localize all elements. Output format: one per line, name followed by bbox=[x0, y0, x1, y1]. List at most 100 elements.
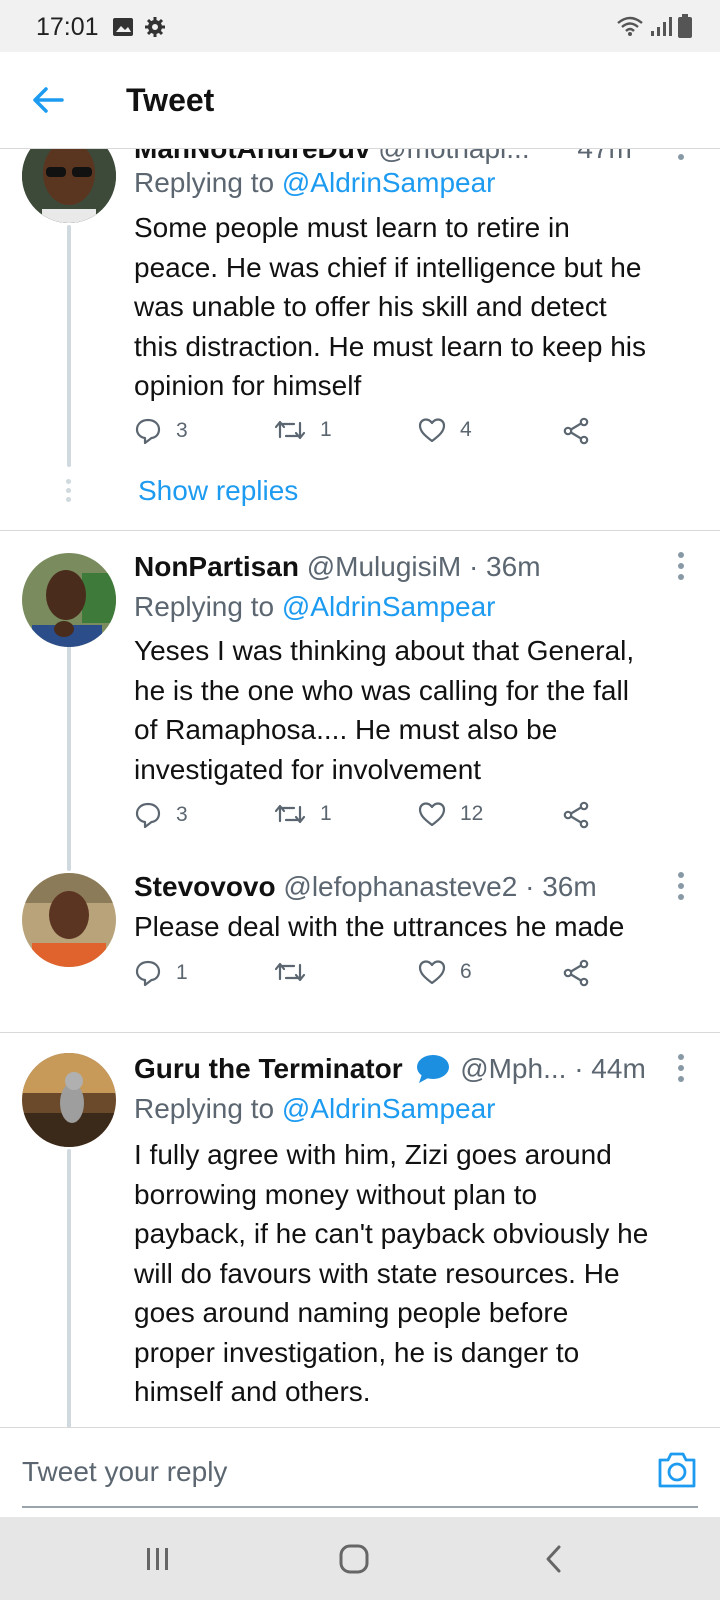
tweet-name-row: Stevovovo @lefophanasteve2 · 36m bbox=[134, 871, 597, 903]
recent-apps-icon bbox=[147, 1548, 168, 1570]
avatar[interactable] bbox=[22, 553, 116, 647]
home-icon bbox=[339, 1544, 369, 1574]
more-vertical-icon[interactable] bbox=[676, 871, 686, 901]
more-vertical-icon[interactable] bbox=[676, 1053, 686, 1083]
like-button[interactable]: 4 bbox=[418, 417, 472, 443]
share-icon bbox=[563, 959, 589, 987]
handle: @lefophanasteve2 · 36m bbox=[283, 871, 597, 902]
like-icon bbox=[418, 418, 446, 443]
tweet-name-row: NonPartisan @MulugisiM · 36m bbox=[134, 551, 541, 583]
reply-icon bbox=[135, 802, 161, 829]
like-count: 6 bbox=[460, 960, 472, 983]
like-button[interactable]: 6 bbox=[418, 959, 472, 985]
show-replies-link[interactable]: Show replies bbox=[138, 475, 298, 507]
camera-icon bbox=[658, 1452, 696, 1488]
reply-icon bbox=[135, 960, 161, 987]
home-button[interactable] bbox=[334, 1539, 374, 1579]
share-icon bbox=[563, 417, 589, 445]
reply-tweet[interactable]: Guru the Terminator @Mph... · 44m Replyi… bbox=[0, 1033, 720, 1427]
reply-composer bbox=[0, 1427, 720, 1517]
reply-icon bbox=[135, 418, 161, 445]
back-arrow-icon bbox=[33, 87, 64, 113]
tweet-actions: 3 1 4 bbox=[134, 417, 614, 453]
page-title: Tweet bbox=[126, 82, 215, 118]
tweet-name-row: Guru the Terminator @Mph... · 44m bbox=[134, 1053, 646, 1085]
mention-link[interactable]: @AldrinSampear bbox=[282, 1093, 496, 1124]
reply-count: 3 bbox=[176, 803, 188, 826]
share-button[interactable] bbox=[562, 959, 590, 987]
signal-icon bbox=[651, 17, 672, 36]
reply-button[interactable]: 3 bbox=[134, 801, 188, 829]
display-name[interactable]: Guru the Terminator bbox=[134, 1053, 403, 1084]
tweet-text: Please deal with the uttrances he made bbox=[134, 911, 625, 942]
retweet-button[interactable]: 1 bbox=[274, 801, 332, 827]
retweet-count: 1 bbox=[320, 418, 332, 441]
retweet-button[interactable]: 1 bbox=[274, 417, 332, 443]
thread-line bbox=[67, 225, 71, 467]
mention-link[interactable]: @AldrinSampear bbox=[282, 167, 496, 198]
retweet-icon bbox=[274, 804, 306, 824]
reply-tweet[interactable]: NonPartisan @MulugisiM · 36m Replying to… bbox=[0, 531, 720, 871]
battery-icon bbox=[678, 14, 692, 38]
reply-tweet[interactable]: ManNotAndreDuv @mothapi... 47m Replying … bbox=[0, 149, 720, 530]
avatar[interactable] bbox=[22, 149, 116, 223]
reply-button[interactable]: 1 bbox=[134, 959, 188, 987]
like-icon bbox=[418, 802, 446, 827]
gallery-notification-icon bbox=[113, 18, 133, 36]
handle: @mothapi... bbox=[378, 149, 529, 164]
tweet-text: Yeses I was thinking about that General,… bbox=[134, 635, 635, 785]
reply-button[interactable]: 3 bbox=[134, 417, 188, 445]
like-icon bbox=[418, 960, 446, 985]
retweet-icon bbox=[274, 420, 306, 440]
tweet-actions: 3 1 12 bbox=[134, 801, 614, 837]
input-underline bbox=[22, 1506, 698, 1508]
status-bar: 17:01 bbox=[0, 0, 720, 52]
avatar[interactable] bbox=[22, 1053, 116, 1147]
tweet-name-row: ManNotAndreDuv @mothapi... 47m bbox=[134, 149, 632, 165]
system-back-button[interactable] bbox=[534, 1539, 574, 1579]
replies-feed[interactable]: ManNotAndreDuv @mothapi... 47m Replying … bbox=[0, 149, 720, 1427]
display-name[interactable]: ManNotAndreDuv bbox=[134, 149, 370, 164]
app-header: Tweet bbox=[0, 52, 720, 149]
share-button[interactable] bbox=[562, 801, 590, 829]
recent-apps-button[interactable] bbox=[138, 1539, 178, 1579]
display-name[interactable]: Stevovovo bbox=[134, 871, 276, 902]
tweet-text: Some people must learn to retire in peac… bbox=[134, 212, 647, 401]
mention-link[interactable]: @AldrinSampear bbox=[282, 591, 496, 622]
thread-line bbox=[67, 645, 71, 871]
tweet-reply-input[interactable] bbox=[22, 1450, 622, 1494]
timestamp: 47m bbox=[577, 149, 631, 164]
more-vertical-icon[interactable] bbox=[676, 551, 686, 581]
thread-dots bbox=[66, 479, 72, 503]
replying-to: Replying to @AldrinSampear bbox=[134, 1093, 496, 1124]
like-count: 12 bbox=[460, 802, 484, 825]
retweet-count: 1 bbox=[320, 802, 332, 825]
reply-count: 3 bbox=[176, 419, 188, 442]
tweet-text: I fully agree with him, Zizi goes around… bbox=[134, 1139, 649, 1407]
settings-notification-icon bbox=[145, 17, 165, 37]
share-icon bbox=[563, 801, 589, 829]
back-icon bbox=[546, 1545, 561, 1573]
status-time: 17:01 bbox=[36, 13, 99, 41]
reply-count: 1 bbox=[176, 961, 188, 984]
wifi-icon bbox=[617, 16, 643, 36]
handle: @MulugisiM · 36m bbox=[306, 551, 541, 582]
retweet-button[interactable] bbox=[274, 959, 320, 985]
avatar[interactable] bbox=[22, 873, 116, 967]
display-name[interactable]: NonPartisan bbox=[134, 551, 299, 582]
speech-bubble-emoji-icon bbox=[417, 1055, 450, 1083]
back-button[interactable] bbox=[28, 80, 68, 120]
replying-to: Replying to @AldrinSampear bbox=[134, 591, 496, 622]
replying-to: Replying to @AldrinSampear bbox=[134, 167, 496, 198]
retweet-icon bbox=[274, 962, 306, 982]
thread-line bbox=[67, 1149, 71, 1427]
like-button[interactable]: 12 bbox=[418, 801, 483, 827]
reply-tweet[interactable]: Stevovovo @lefophanasteve2 · 36m Please … bbox=[0, 871, 720, 1031]
tweet-actions: 1 6 bbox=[134, 959, 614, 995]
handle: @Mph... · 44m bbox=[460, 1053, 646, 1084]
more-vertical-icon[interactable] bbox=[676, 149, 686, 161]
system-nav-bar bbox=[0, 1517, 720, 1600]
like-count: 4 bbox=[460, 418, 472, 441]
camera-button[interactable] bbox=[656, 1450, 698, 1490]
share-button[interactable] bbox=[562, 417, 590, 445]
